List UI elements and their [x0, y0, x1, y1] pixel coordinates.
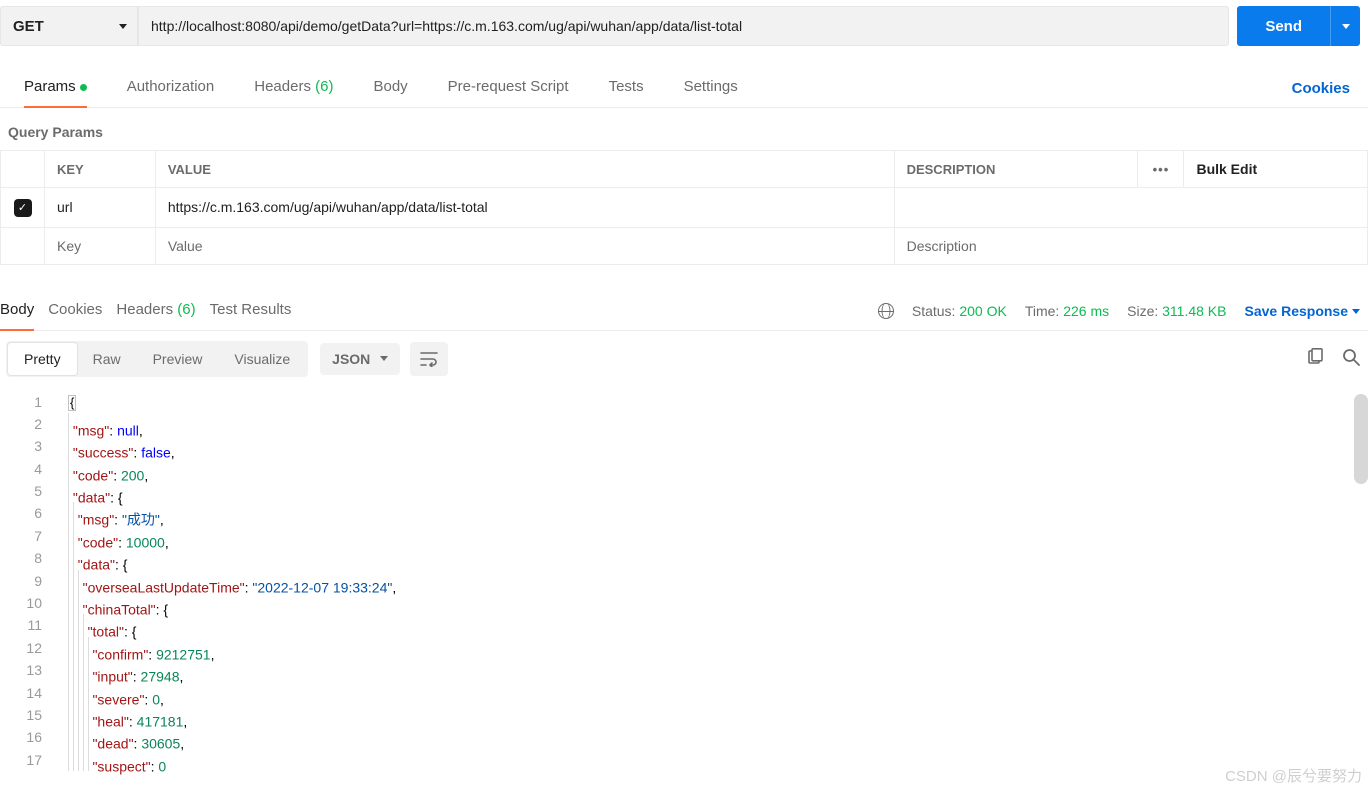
send-button[interactable]: Send [1237, 6, 1330, 46]
param-key-placeholder[interactable]: Key [45, 227, 156, 264]
wrap-icon [420, 351, 438, 367]
chevron-down-icon [1352, 309, 1360, 314]
checkbox-checked[interactable]: ✓ [14, 199, 32, 217]
chevron-down-icon [380, 356, 388, 361]
col-key: KEY [45, 151, 156, 188]
tab-headers[interactable]: Headers (6) [254, 70, 333, 107]
resp-tab-body[interactable]: Body [0, 293, 34, 330]
tab-authorization[interactable]: Authorization [127, 70, 215, 107]
query-params-heading: Query Params [0, 108, 1368, 150]
status-label: Status: 200 OK [912, 303, 1007, 319]
view-pretty[interactable]: Pretty [8, 343, 77, 375]
view-raw[interactable]: Raw [77, 343, 137, 375]
scrollbar-thumb[interactable] [1354, 394, 1368, 484]
param-desc-placeholder[interactable]: Description [894, 227, 1367, 264]
save-response-button[interactable]: Save Response [1245, 303, 1361, 319]
size-label: Size: 311.48 KB [1127, 303, 1226, 319]
globe-icon[interactable] [878, 303, 894, 319]
col-value: VALUE [155, 151, 894, 188]
line-gutter: 1234567891011121314151617 [0, 391, 52, 772]
chevron-down-icon [119, 24, 127, 29]
table-row-empty[interactable]: Key Value Description [1, 227, 1368, 264]
view-visualize[interactable]: Visualize [218, 343, 306, 375]
bulk-edit-button[interactable]: Bulk Edit [1184, 151, 1368, 188]
chevron-down-icon [1342, 24, 1350, 29]
table-row[interactable]: ✓ url https://c.m.163.com/ug/api/wuhan/a… [1, 188, 1368, 228]
http-method-select[interactable]: GET [0, 6, 138, 46]
tab-params[interactable]: Params [24, 70, 87, 107]
view-preview[interactable]: Preview [137, 343, 219, 375]
url-text: http://localhost:8080/api/demo/getData?u… [151, 18, 742, 34]
http-method-label: GET [13, 18, 44, 35]
resp-tab-test-results[interactable]: Test Results [210, 293, 292, 330]
col-checkbox [1, 151, 45, 188]
col-description: DESCRIPTION [894, 151, 1138, 188]
active-dot-icon [80, 84, 87, 91]
format-select[interactable]: JSON [320, 343, 400, 375]
time-label: Time: 226 ms [1025, 303, 1109, 319]
send-dropdown[interactable] [1330, 6, 1360, 46]
copy-icon[interactable] [1306, 348, 1324, 369]
wrap-lines-button[interactable] [410, 342, 448, 376]
resp-tab-cookies[interactable]: Cookies [48, 293, 102, 330]
response-code[interactable]: { "msg": null, "success": false, "code":… [52, 391, 1368, 772]
param-value-cell[interactable]: https://c.m.163.com/ug/api/wuhan/app/dat… [155, 188, 894, 228]
col-more-menu[interactable]: ••• [1138, 151, 1184, 188]
resp-tab-headers[interactable]: Headers (6) [116, 293, 195, 330]
param-key-cell[interactable]: url [45, 188, 156, 228]
tab-tests[interactable]: Tests [609, 70, 644, 107]
tab-prerequest[interactable]: Pre-request Script [448, 70, 569, 107]
cookies-link[interactable]: Cookies [1292, 80, 1350, 97]
tab-body[interactable]: Body [373, 70, 407, 107]
query-params-table: KEY VALUE DESCRIPTION ••• Bulk Edit ✓ ur… [0, 150, 1368, 265]
param-desc-cell[interactable] [894, 188, 1367, 228]
param-value-placeholder[interactable]: Value [155, 227, 894, 264]
url-input[interactable]: http://localhost:8080/api/demo/getData?u… [138, 6, 1229, 46]
tab-settings[interactable]: Settings [684, 70, 738, 107]
watermark: CSDN @辰兮要努力 [1225, 765, 1362, 786]
response-editor[interactable]: 1234567891011121314151617 { "msg": null,… [0, 387, 1368, 772]
search-icon[interactable] [1342, 348, 1360, 369]
